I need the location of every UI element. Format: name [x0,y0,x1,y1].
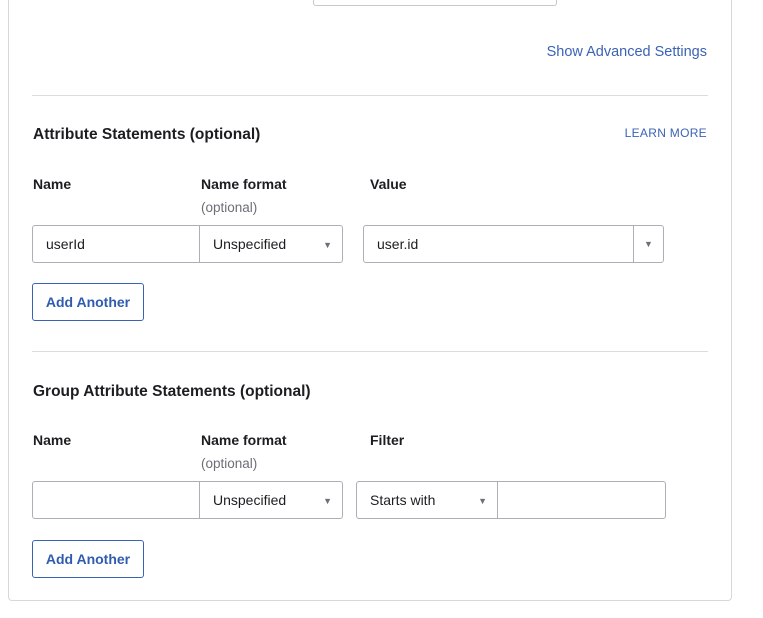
group-add-another-button[interactable]: Add Another [32,540,144,578]
group-name-input[interactable] [32,481,200,519]
show-advanced-settings-link[interactable]: Show Advanced Settings [547,44,707,60]
group-filter-type-select[interactable]: Starts with ▼ [356,481,498,519]
group-attribute-statements-title: Group Attribute Statements (optional) [33,383,311,400]
attr-value-input-value: user.id [377,236,419,252]
attr-add-another-button[interactable]: Add Another [32,283,144,321]
attr-name-format-column-label: Name format [201,176,287,192]
attr-name-format-select[interactable]: Unspecified ▼ [199,225,343,263]
group-filter-type-selected: Starts with [370,492,436,508]
group-name-format-hint: (optional) [201,456,258,471]
group-name-format-column-label: Name format [201,432,287,448]
learn-more-link[interactable]: LEARN MORE [625,126,707,140]
group-name-format-select[interactable]: Unspecified ▼ [199,481,343,519]
caret-down-icon: ▼ [323,496,332,506]
group-name-format-selected: Unspecified [213,492,287,508]
attr-name-input[interactable]: userId [32,225,200,263]
attr-value-column-label: Value [370,176,407,192]
previous-field-input[interactable] [313,0,557,6]
caret-down-icon: ▼ [323,240,332,250]
attr-name-format-selected: Unspecified [213,236,287,252]
section-divider [32,351,708,352]
caret-down-icon: ▼ [644,239,653,249]
attr-value-dropdown-button[interactable]: ▼ [633,225,664,263]
group-filter-column-label: Filter [370,432,405,448]
attr-name-column-label: Name [33,176,72,192]
attr-name-input-value: userId [46,236,85,252]
attribute-statements-title: Attribute Statements (optional) [33,126,261,143]
section-divider [32,95,708,96]
group-name-column-label: Name [33,432,72,448]
caret-down-icon: ▼ [478,496,487,506]
attr-value-input[interactable]: user.id [363,225,634,263]
attr-name-format-hint: (optional) [201,200,258,215]
group-filter-value-input[interactable] [497,481,666,519]
saml-settings-page: Show Advanced Settings Attribute Stateme… [0,0,763,618]
